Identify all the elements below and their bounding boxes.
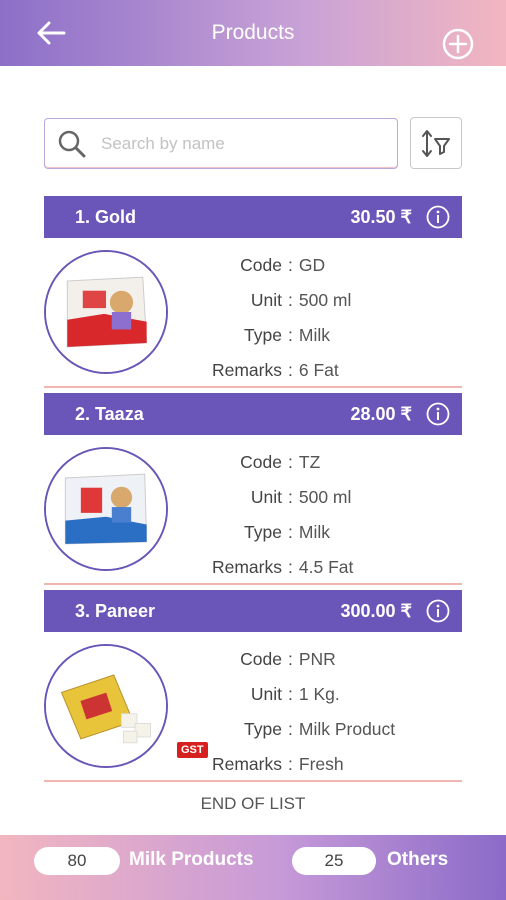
colon: :: [288, 255, 293, 275]
paneer-pack-icon: [46, 646, 166, 766]
product-card[interactable]: 3. Paneer 300.00 ₹ GST Code: PNR Unit:1 K…: [44, 590, 462, 782]
type-label: Type: [244, 522, 282, 542]
colon: :: [288, 452, 293, 472]
divider: [44, 583, 462, 585]
unit-value: 1 Kg.: [298, 684, 340, 704]
remarks-value: Fresh: [298, 754, 344, 774]
product-card[interactable]: 2. Taaza 28.00 ₹ Code: TZ Unit:500 ml Typ…: [44, 393, 462, 585]
milk-packet-icon: [46, 449, 166, 569]
end-of-list-text: END OF LIST: [200, 794, 306, 813]
summary-footer: 80 Milk Products 25 Others: [0, 835, 506, 900]
product-price: 30.50 ₹: [350, 206, 413, 227]
unit-label: Unit: [250, 487, 282, 507]
code-label: Code: [240, 255, 282, 275]
type-label: Type: [244, 719, 282, 739]
remarks-label: Remarks: [211, 360, 282, 380]
search-icon: [58, 130, 86, 157]
milk-products-count: 80: [34, 847, 120, 875]
product-name: 1. Gold: [75, 206, 137, 227]
product-image: [44, 644, 168, 768]
unit-value: 500 ml: [298, 487, 352, 507]
info-icon[interactable]: [426, 402, 450, 426]
type-value: Milk: [298, 325, 330, 345]
back-arrow-icon[interactable]: [36, 20, 66, 46]
colon: :: [288, 557, 293, 577]
search-box[interactable]: [44, 118, 398, 169]
type-label: Type: [244, 325, 282, 345]
product-header: 2. Taaza 28.00 ₹: [44, 393, 462, 435]
others-count: 25: [292, 847, 376, 875]
code-value: PNR: [298, 649, 336, 669]
info-icon[interactable]: [426, 205, 450, 229]
add-product-icon[interactable]: [442, 28, 474, 60]
product-name: 2. Taaza: [75, 403, 144, 424]
search-input[interactable]: [101, 133, 371, 154]
sort-filter-icon: [422, 130, 450, 157]
product-details: Code: GD Unit:500 ml Type: Milk Remarks:6 …: [184, 248, 454, 388]
unit-label: Unit: [250, 684, 282, 704]
sort-filter-button[interactable]: [410, 117, 462, 169]
product-price: 300.00 ₹: [340, 600, 412, 621]
remarks-label: Remarks: [211, 557, 282, 577]
remarks-label: Remarks: [211, 754, 282, 774]
colon: :: [288, 522, 293, 542]
colon: :: [288, 360, 293, 380]
unit-label: Unit: [250, 290, 282, 310]
type-value: Milk Product: [298, 719, 396, 739]
milk-products-label[interactable]: Milk Products: [129, 849, 254, 871]
product-details: Code: PNR Unit:1 Kg. Type: Milk Product Re…: [184, 642, 454, 782]
colon: :: [288, 684, 293, 704]
product-name: 3. Paneer: [75, 600, 156, 621]
milk-packet-icon: [46, 252, 166, 372]
others-label[interactable]: Others: [387, 849, 448, 871]
product-details: Code: TZ Unit:500 ml Type: Milk Remarks:4.…: [184, 445, 454, 585]
product-image: [44, 250, 168, 374]
type-value: Milk: [298, 522, 330, 542]
code-label: Code: [240, 649, 282, 669]
divider: [44, 780, 462, 782]
colon: :: [288, 649, 293, 669]
info-icon[interactable]: [426, 599, 450, 623]
divider: [44, 386, 462, 388]
product-image: [44, 447, 168, 571]
page-title: Products: [211, 21, 295, 44]
colon: :: [288, 719, 293, 739]
code-value: TZ: [298, 452, 321, 472]
unit-value: 500 ml: [298, 290, 352, 310]
app-header: Products: [0, 0, 506, 66]
product-card[interactable]: 1. Gold 30.50 ₹ Code: GD Unit:500 ml Type…: [44, 196, 462, 388]
code-value: GD: [298, 255, 326, 275]
product-price: 28.00 ₹: [350, 403, 413, 424]
colon: :: [288, 754, 293, 774]
product-header: 3. Paneer 300.00 ₹: [44, 590, 462, 632]
colon: :: [288, 325, 293, 345]
product-header: 1. Gold 30.50 ₹: [44, 196, 462, 238]
remarks-value: 4.5 Fat: [298, 557, 354, 577]
remarks-value: 6 Fat: [298, 360, 339, 380]
code-label: Code: [240, 452, 282, 472]
colon: :: [288, 487, 293, 507]
colon: :: [288, 290, 293, 310]
